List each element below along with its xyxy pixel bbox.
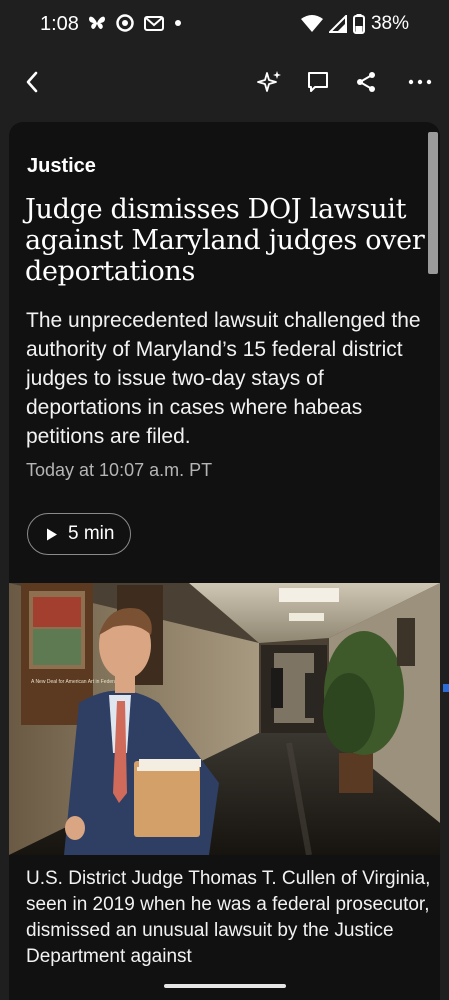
article-card[interactable]: Justice Judge dismisses DOJ lawsuit agai…: [9, 122, 440, 1000]
signal-icon: [328, 15, 347, 33]
article-timestamp: Today at 10:07 a.m. PT: [26, 460, 213, 480]
notification-icons: [88, 14, 182, 32]
threads-icon: [116, 14, 134, 32]
lead-photo[interactable]: A New Deal for American Art in Federal B…: [9, 583, 440, 855]
ai-summary-button[interactable]: [254, 66, 286, 98]
section-label[interactable]: Justice: [27, 155, 96, 178]
listen-duration-label: 5 min: [68, 523, 115, 544]
more-icon: [408, 79, 432, 85]
mail-icon: [144, 15, 164, 31]
listen-audio-button[interactable]: 5 min: [27, 513, 131, 555]
status-time: 1:08: [40, 13, 79, 35]
back-arrow-icon: [26, 71, 38, 93]
article-dek: The unprecedented lawsuit challenged the…: [26, 309, 421, 448]
back-button[interactable]: [16, 66, 48, 98]
article-headline: Judge dismisses DOJ lawsuit against Mary…: [25, 194, 425, 287]
ai-sparkle-icon: [257, 71, 281, 92]
comment-icon: [308, 72, 328, 92]
wifi-icon: [300, 15, 323, 32]
more-options-button[interactable]: [404, 66, 436, 98]
share-button[interactable]: [350, 66, 382, 98]
comments-button[interactable]: [302, 66, 334, 98]
edge-indicator: [443, 684, 449, 692]
system-icons: 38%: [300, 13, 409, 35]
share-icon: [357, 72, 375, 92]
status-bar: 1:08 38%: [0, 0, 449, 52]
butterfly-icon: [89, 16, 105, 29]
battery-icon: [352, 14, 365, 34]
photo-caption: U.S. District Judge Thomas T. Cullen of …: [26, 868, 431, 967]
hallway-photo-illustration: A New Deal for American Art in Federal B…: [9, 583, 440, 855]
gesture-nav-handle[interactable]: [164, 984, 286, 988]
scrollbar-thumb[interactable]: [428, 132, 438, 274]
battery-percentage: 38%: [370, 13, 409, 34]
article-toolbar: [0, 52, 449, 114]
dot-icon: [175, 20, 181, 26]
play-icon: [47, 528, 57, 540]
